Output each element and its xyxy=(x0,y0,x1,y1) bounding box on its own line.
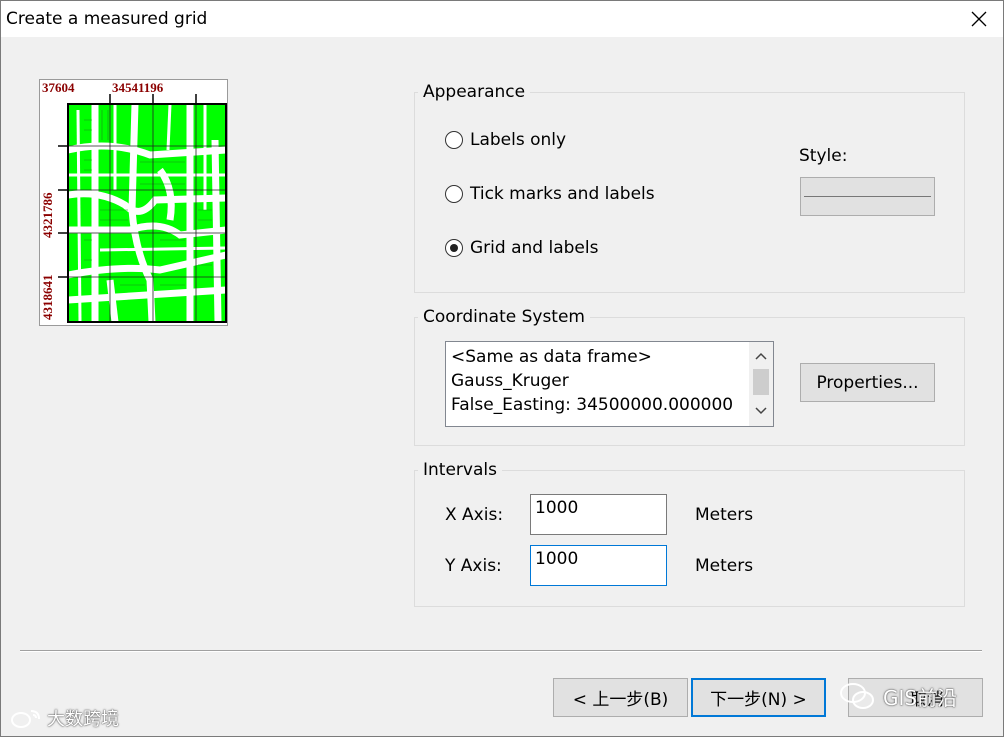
radio-label: Grid and labels xyxy=(470,238,599,258)
radio-button[interactable] xyxy=(445,185,463,203)
coordinate-system-description[interactable]: <Same as data frame> Gauss_Kruger False_… xyxy=(445,341,774,427)
y-axis-unit: Meters xyxy=(695,556,754,576)
weibo-icon xyxy=(11,710,40,728)
radio-button[interactable] xyxy=(445,131,463,149)
cs-line: Gauss_Kruger xyxy=(451,371,569,391)
preview-left-label: 4321786 xyxy=(40,192,55,238)
radio-label: Labels only xyxy=(470,130,567,150)
radio-tick-marks-and-labels[interactable]: Tick marks and labels xyxy=(445,184,655,204)
scroll-thumb[interactable] xyxy=(753,369,769,395)
preview-map: 37604 34541196 4321786 4318641 xyxy=(40,80,227,323)
style-picker-button[interactable] xyxy=(800,177,935,216)
watermark-right-text: GIS前沿 xyxy=(883,685,958,710)
cs-line: <Same as data frame> xyxy=(451,347,652,367)
preview-top-label: 37604 xyxy=(42,80,75,95)
intervals-group xyxy=(414,470,965,607)
wechat-icon xyxy=(840,683,874,709)
title-bar: Create a measured grid xyxy=(1,1,1003,37)
radio-label: Tick marks and labels xyxy=(470,184,655,204)
back-button[interactable]: < 上一步(B) xyxy=(553,678,688,717)
style-label: Style: xyxy=(799,146,848,166)
radio-labels-only[interactable]: Labels only xyxy=(445,130,566,150)
next-button[interactable]: 下一步(N) > xyxy=(691,678,826,717)
x-axis-unit: Meters xyxy=(695,505,754,525)
watermark-left: 大数跨境 xyxy=(9,705,119,731)
cs-line: False_Easting: 34500000.000000 xyxy=(451,395,734,415)
intervals-legend: Intervals xyxy=(418,460,502,480)
scroll-down-icon[interactable] xyxy=(755,406,767,416)
close-button[interactable] xyxy=(956,1,1002,37)
coordinate-system-legend: Coordinate System xyxy=(418,307,590,327)
watermark-right: GIS前沿 xyxy=(839,681,957,711)
properties-button[interactable]: Properties... xyxy=(800,363,935,402)
grid-preview-image: 37604 34541196 4321786 4318641 xyxy=(39,79,228,326)
divider xyxy=(20,650,982,652)
vertical-scrollbar[interactable] xyxy=(749,342,773,426)
radio-grid-and-labels[interactable]: Grid and labels xyxy=(445,238,598,258)
x-axis-label: X Axis: xyxy=(445,505,504,525)
y-axis-interval-input[interactable]: 1000 xyxy=(530,545,667,586)
scroll-up-icon[interactable] xyxy=(755,351,767,361)
appearance-legend: Appearance xyxy=(418,82,531,102)
y-axis-label: Y Axis: xyxy=(445,556,502,576)
close-icon xyxy=(971,11,987,27)
x-axis-interval-input[interactable]: 1000 xyxy=(530,494,667,535)
dialog-window: Create a measured grid 37604 34541196 43… xyxy=(0,0,1004,737)
window-title: Create a measured grid xyxy=(6,9,208,29)
preview-left-label: 4318641 xyxy=(40,275,55,321)
preview-top-label: 34541196 xyxy=(112,80,164,95)
watermark-left-text: 大数跨境 xyxy=(47,709,119,730)
radio-button-selected[interactable] xyxy=(445,239,463,257)
